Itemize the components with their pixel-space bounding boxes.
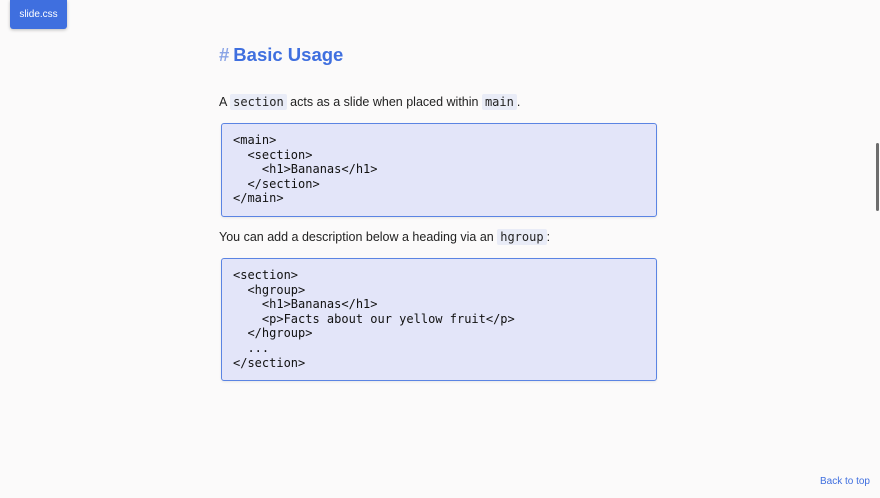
intro-paragraph: A section acts as a slide when placed wi… xyxy=(219,94,521,110)
inline-code-main: main xyxy=(481,94,517,110)
code-block-hgroup[interactable]: <section> <hgroup> <h1>Bananas</h1> <p>F… xyxy=(221,258,657,381)
intro-text-middle: acts as a slide when placed within xyxy=(286,95,482,109)
heading-anchor-link[interactable]: # xyxy=(219,44,229,65)
inline-code-section: section xyxy=(230,94,287,110)
inline-code-hgroup: hgroup xyxy=(497,229,547,245)
heading-title: Basic Usage xyxy=(233,44,344,65)
hgroup-paragraph: You can add a description below a headin… xyxy=(219,229,551,245)
section-heading: # Basic Usage xyxy=(219,44,343,66)
intro-text-end: . xyxy=(516,95,521,109)
hgroup-text-end: : xyxy=(546,230,551,244)
back-to-top-link[interactable]: Back to top xyxy=(820,476,870,487)
intro-text-start: A xyxy=(219,95,231,109)
code-block-main[interactable]: <main> <section> <h1>Bananas</h1> </sect… xyxy=(221,123,657,217)
hgroup-text-start: You can add a description below a headin… xyxy=(219,230,498,244)
scrollbar-thumb[interactable] xyxy=(876,143,879,211)
brand-button[interactable]: slide.css xyxy=(10,0,67,29)
